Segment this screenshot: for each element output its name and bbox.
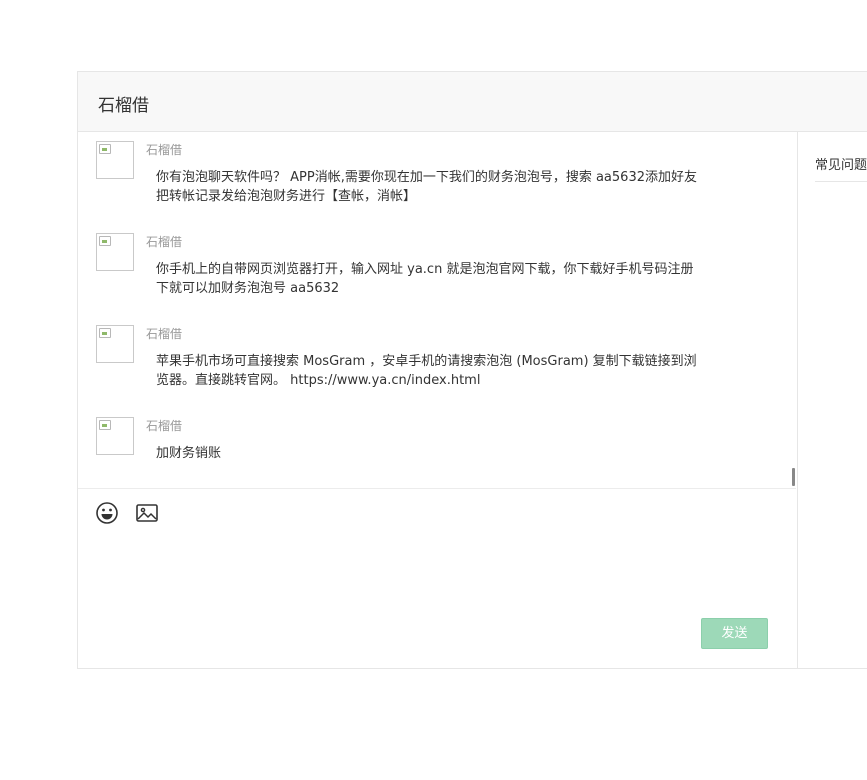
message-text: 你手机上的自带网页浏览器打开，输入网址 ya.cn 就是泡泡官网下载，你下载好手… <box>156 262 694 296</box>
message-text: 你有泡泡聊天软件吗？ APP消帐,需要你现在加一下我们的财务泡泡号，搜索 aa5… <box>156 170 697 204</box>
chat-title: 石榴借 <box>98 96 149 116</box>
avatar <box>96 417 134 455</box>
message-sender: 石榴借 <box>146 419 183 433</box>
avatar <box>96 141 134 179</box>
message-sender: 石榴借 <box>146 327 183 341</box>
broken-image-icon <box>99 144 111 154</box>
message-text: 苹果手机市场可直接搜索 MosGram ，安卓手机的请搜索泡泡 (MosGram… <box>156 354 697 388</box>
message-sender: 石榴借 <box>146 235 183 249</box>
message-input[interactable] <box>78 534 796 634</box>
avatar <box>96 233 134 271</box>
message-sender: 石榴借 <box>146 143 183 157</box>
scrollbar-thumb[interactable] <box>792 468 795 486</box>
broken-image-icon <box>99 420 111 430</box>
faq-title[interactable]: 常见问题 <box>815 154 867 182</box>
broken-image-icon <box>99 236 111 246</box>
message-list[interactable]: 石榴借 你有泡泡聊天软件吗？ APP消帐,需要你现在加一下我们的财务泡泡号，搜索… <box>78 132 796 489</box>
faq-sidebar: 常见问题 <box>797 132 867 668</box>
broken-image-icon <box>99 328 111 338</box>
avatar <box>96 325 134 363</box>
chat-window: 石榴借 石榴借 你有泡泡聊天软件吗？ APP消帐,需要你现在加一下我们的财务泡泡… <box>77 71 867 669</box>
emoji-icon[interactable] <box>95 501 119 525</box>
send-button[interactable]: 发送 <box>701 618 768 649</box>
image-icon[interactable] <box>135 501 159 525</box>
chat-header: 石榴借 <box>78 72 867 132</box>
message-text: 加财务销账 <box>156 446 222 461</box>
